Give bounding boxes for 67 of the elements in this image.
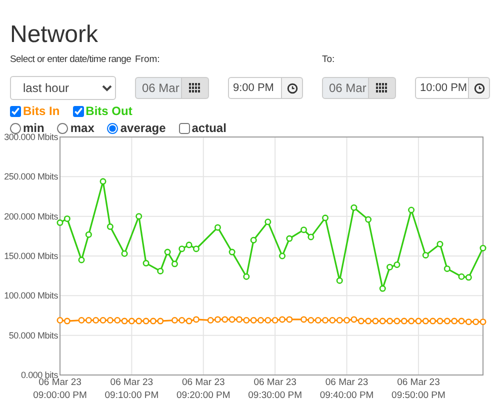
clock-button[interactable] (282, 77, 303, 99)
y-tick-label: 100.000 Mbits (4, 290, 58, 301)
data-point (106, 223, 114, 230)
mode-label: min (23, 121, 44, 135)
data-point (214, 224, 221, 231)
mode-label: actual (192, 121, 226, 136)
data-point (100, 178, 106, 185)
data-point (121, 250, 128, 257)
from-label: From: (135, 54, 161, 66)
data-point (157, 268, 164, 274)
data-point (322, 214, 329, 222)
data-point (350, 204, 358, 211)
y-tick-label: 50.000 Mbits (8, 330, 58, 340)
time-field[interactable]: 10:00 PM (415, 77, 469, 99)
mode-radio[interactable] (57, 123, 68, 134)
mode-radio[interactable] (10, 123, 21, 134)
series-checkbox[interactable] (72, 106, 84, 117)
series-checkbox[interactable] (10, 106, 21, 117)
x-tick-label: 06 Mar 23 09:50:00 PM (392, 377, 446, 401)
y-tick-label: 150.000 Mbits (4, 251, 58, 261)
x-tick-label: 06 Mar 23 09:00:00 PM (33, 377, 87, 401)
data-point (250, 236, 257, 244)
data-point (78, 256, 85, 264)
data-point (85, 231, 92, 238)
grid-icon (376, 83, 388, 93)
range-label: Select or enter date/time range (10, 54, 132, 65)
data-point (444, 265, 450, 272)
data-point (264, 218, 272, 226)
x-tick-label: 06 Mar 23 09:10:00 PM (104, 377, 159, 401)
range-select[interactable]: last hour (10, 76, 116, 100)
data-point (336, 277, 343, 284)
data-point (408, 206, 415, 214)
calendar-button[interactable] (182, 77, 209, 99)
data-point (279, 252, 286, 260)
data-point (422, 252, 429, 258)
calendar-button[interactable] (369, 77, 396, 99)
series-toggle-label: Bits Out (86, 104, 132, 119)
data-point (243, 273, 250, 280)
time-field[interactable]: 9:00 PM (228, 77, 282, 99)
mode-checkbox[interactable] (178, 123, 190, 134)
y-tick-label: 250.000 Mbits (4, 172, 58, 182)
mode-radio[interactable] (107, 123, 118, 134)
x-tick-label: 06 Mar 23 09:40:00 PM (320, 377, 374, 401)
clock-button[interactable] (469, 77, 490, 99)
mode-label: average (120, 121, 166, 136)
grid-icon (189, 83, 201, 93)
data-point (142, 260, 150, 266)
data-point (228, 248, 236, 256)
to-label: To: (322, 54, 335, 66)
data-point (286, 235, 293, 242)
data-point (480, 244, 486, 252)
y-tick-label: 300.000 Mbits (4, 132, 58, 142)
y-tick-label: 0.000 bits (20, 370, 58, 380)
mode-label: max (70, 121, 94, 136)
clock-icon (286, 82, 298, 94)
data-point (379, 285, 386, 292)
x-tick-label: 06 Mar 23 09:30:00 PM (248, 377, 302, 401)
x-tick-label: 06 Mar 23 09:20:00 PM (176, 377, 230, 401)
series-toggle-label: Bits In (23, 104, 60, 119)
data-point (136, 213, 142, 220)
data-point (436, 240, 444, 248)
data-point (365, 216, 372, 223)
page-title: Network (10, 21, 100, 49)
data-point (164, 248, 171, 256)
clock-icon (474, 82, 484, 94)
y-tick-label: 200.000 Mbits (4, 211, 58, 222)
data-point (171, 260, 178, 268)
